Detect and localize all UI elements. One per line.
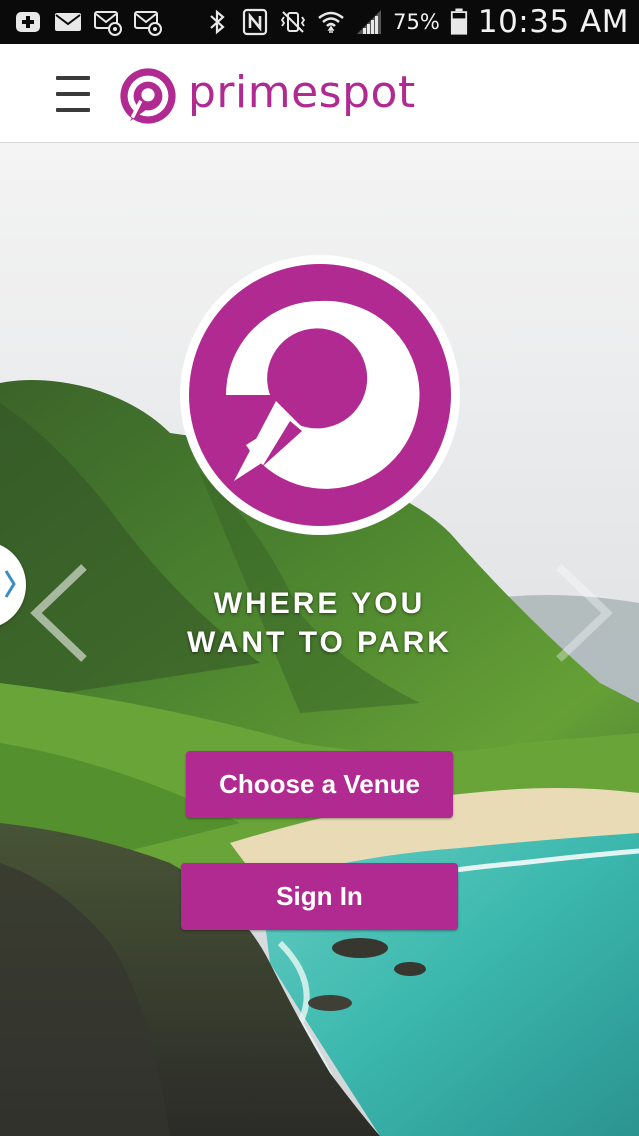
vibrate-icon (281, 11, 306, 33)
battery-percent: 75% (393, 10, 440, 34)
carousel-next-button[interactable] (547, 563, 617, 663)
clock: 10:35 AM (477, 4, 629, 40)
choose-venue-button[interactable]: Choose a Venue (186, 751, 453, 818)
app-header: primespot (0, 44, 639, 143)
chevron-left-icon (30, 564, 87, 662)
mail-icon (55, 13, 81, 31)
sign-in-button[interactable]: Sign In (181, 863, 458, 930)
hero-banner: WHERE YOU WANT TO PARK Choose a Venue Si… (0, 143, 639, 1136)
hamburger-menu-icon-bar (56, 108, 90, 112)
chevron-right-icon (4, 570, 16, 598)
brand-logo-link[interactable]: primespot (118, 66, 416, 126)
battery-icon (450, 8, 467, 35)
email-at-icon (134, 11, 162, 36)
add-notification-icon (16, 12, 40, 32)
hamburger-menu-icon-bar (56, 92, 90, 96)
status-bar-system: 75% 10:35 AM (203, 0, 629, 44)
hamburger-menu-button[interactable] (52, 76, 94, 112)
primespot-hero-logo-icon (180, 255, 460, 535)
bluetooth-icon (210, 9, 225, 35)
status-bar-notifications (14, 8, 162, 36)
hamburger-menu-icon (56, 76, 90, 80)
carousel-prev-button[interactable] (26, 563, 96, 663)
primespot-logo-icon (120, 68, 176, 124)
signal-icon (357, 10, 382, 34)
status-bar: 75% 10:35 AM (0, 0, 639, 44)
chevron-right-icon (556, 564, 613, 662)
brand-name: primespot (188, 66, 416, 118)
email-at-icon (94, 11, 122, 36)
wifi-icon (318, 11, 344, 33)
nfc-icon (243, 8, 268, 36)
